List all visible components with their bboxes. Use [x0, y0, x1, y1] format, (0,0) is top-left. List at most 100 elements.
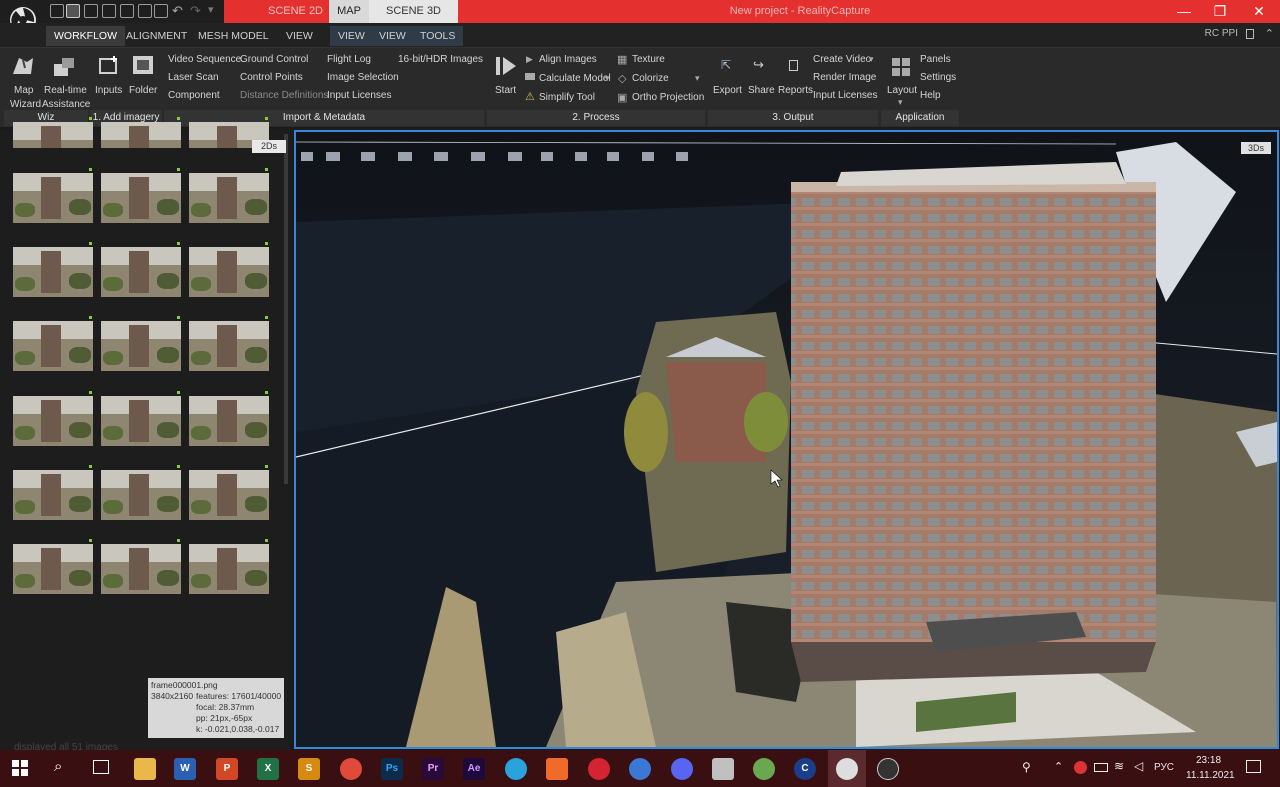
- image-thumbnail[interactable]: [189, 321, 269, 371]
- chrome-icon[interactable]: [340, 758, 362, 780]
- menu-tools[interactable]: TOOLS: [412, 26, 464, 46]
- realtime-label-1[interactable]: Real-time: [44, 85, 87, 96]
- component-button[interactable]: Component: [168, 90, 220, 101]
- export-label[interactable]: Export: [713, 85, 742, 96]
- clock-date[interactable]: 11.11.2021: [1186, 770, 1235, 781]
- create-video-dropdown-icon[interactable]: ▾: [869, 54, 874, 65]
- image-thumbnail[interactable]: [13, 247, 93, 297]
- layout-label[interactable]: Layout: [887, 85, 917, 96]
- tab-scene-3d[interactable]: SCENE 3D: [369, 0, 458, 23]
- menu-alignment[interactable]: ALIGNMENT: [118, 26, 195, 46]
- sublime-icon[interactable]: S: [298, 758, 320, 780]
- export-icon[interactable]: ⇱: [721, 58, 731, 72]
- align-images-button[interactable]: Align Images: [539, 54, 597, 65]
- tray-app-icon[interactable]: [1074, 761, 1087, 774]
- after-effects-icon[interactable]: Ae: [463, 758, 485, 780]
- people-icon[interactable]: ⚲: [1022, 760, 1031, 774]
- create-video-button[interactable]: Create Video: [813, 54, 871, 65]
- menu-mesh-model[interactable]: MESH MODEL: [190, 26, 277, 46]
- image-thumbnail[interactable]: [101, 122, 181, 148]
- image-thumbnail[interactable]: [189, 173, 269, 223]
- premiere-icon[interactable]: Pr: [422, 758, 444, 780]
- tab-map[interactable]: MAP: [329, 0, 369, 23]
- image-thumbnail[interactable]: [13, 122, 93, 148]
- ortho-projection-button[interactable]: Ortho Projection: [632, 92, 704, 103]
- image-thumbnail[interactable]: [189, 247, 269, 297]
- folder-label[interactable]: Folder: [129, 85, 157, 96]
- layout-4-icon[interactable]: [102, 4, 116, 18]
- photoshop-icon[interactable]: Ps: [381, 758, 403, 780]
- start-icon[interactable]: [494, 54, 518, 78]
- colorize-dropdown-icon[interactable]: ▾: [695, 73, 700, 84]
- image-thumbnail[interactable]: [101, 173, 181, 223]
- image-thumbnail[interactable]: [13, 470, 93, 520]
- image-thumbnail[interactable]: [13, 173, 93, 223]
- close-button[interactable]: ✕: [1240, 0, 1278, 23]
- laser-scan-button[interactable]: Laser Scan: [168, 72, 219, 83]
- pinterest-icon[interactable]: [588, 758, 610, 780]
- battery-icon[interactable]: [1094, 763, 1108, 772]
- calculate-model-dropdown-icon[interactable]: ▾: [605, 73, 610, 84]
- inputs-label[interactable]: Inputs: [95, 85, 122, 96]
- render-image-button[interactable]: Render Image: [813, 72, 876, 83]
- powerpoint-icon[interactable]: P: [216, 758, 238, 780]
- menu-view[interactable]: VIEW: [278, 26, 321, 46]
- share-icon[interactable]: ↪: [753, 57, 764, 73]
- folder-icon[interactable]: [131, 52, 155, 76]
- map-wizard-icon[interactable]: [11, 54, 35, 78]
- scene-3d-viewport[interactable]: 3Ds: [294, 130, 1279, 749]
- dropdown-icon[interactable]: ▾: [208, 3, 214, 16]
- image-thumbnail[interactable]: [101, 544, 181, 594]
- image-thumbnail[interactable]: [13, 396, 93, 446]
- input-licenses-button[interactable]: Input Licenses: [327, 90, 392, 101]
- simplify-tool-button[interactable]: Simplify Tool: [539, 92, 595, 103]
- layout-6-icon[interactable]: [138, 4, 152, 18]
- control-points-button[interactable]: Control Points: [240, 72, 303, 83]
- tray-chevron-icon[interactable]: ⌃: [1054, 760, 1063, 773]
- discord-icon[interactable]: [671, 758, 693, 780]
- document-icon[interactable]: [1246, 29, 1254, 39]
- texture-button[interactable]: Texture: [632, 54, 665, 65]
- wifi-icon[interactable]: ≋: [1114, 759, 1124, 773]
- ground-control-button[interactable]: Ground Control: [240, 54, 308, 65]
- images-scrollbar[interactable]: [284, 134, 288, 484]
- app-icon[interactable]: [712, 758, 734, 780]
- maximize-button[interactable]: ❐: [1201, 0, 1239, 23]
- tab-scene-2d[interactable]: SCENE 2D: [262, 0, 329, 23]
- image-thumbnail[interactable]: [101, 247, 181, 297]
- hdr-images-button[interactable]: 16-bit/HDR Images: [398, 54, 483, 65]
- flight-log-button[interactable]: Flight Log: [327, 54, 371, 65]
- image-thumbnail[interactable]: [101, 470, 181, 520]
- layout-5-icon[interactable]: [120, 4, 134, 18]
- image-thumbnail[interactable]: [189, 470, 269, 520]
- menu-view-map[interactable]: VIEW: [330, 26, 373, 46]
- map-wizard-label-1[interactable]: Map: [14, 85, 33, 96]
- clock-time[interactable]: 23:18: [1196, 755, 1221, 766]
- calculate-model-button[interactable]: Calculate Model: [539, 73, 611, 84]
- image-thumbnail[interactable]: [101, 396, 181, 446]
- undo-icon[interactable]: ↶: [172, 3, 183, 19]
- settings-button[interactable]: Settings: [920, 72, 956, 83]
- panels-button[interactable]: Panels: [920, 54, 951, 65]
- blender-icon[interactable]: [546, 758, 568, 780]
- image-thumbnail[interactable]: [189, 544, 269, 594]
- unity-icon[interactable]: [877, 758, 899, 780]
- help-button[interactable]: Help: [920, 90, 941, 101]
- collapse-ribbon-icon[interactable]: ⌃: [1265, 27, 1274, 40]
- menu-workflow[interactable]: WORKFLOW: [46, 26, 125, 46]
- notifications-icon[interactable]: [1246, 760, 1261, 773]
- menu-view-3d[interactable]: VIEW: [371, 26, 414, 46]
- telegram-icon[interactable]: [505, 758, 527, 780]
- layout-icon[interactable]: [890, 56, 914, 80]
- start-label[interactable]: Start: [495, 85, 516, 96]
- layout-3-icon[interactable]: [84, 4, 98, 18]
- word-icon[interactable]: W: [174, 758, 196, 780]
- layout-dropdown-icon[interactable]: ▾: [898, 97, 903, 108]
- layout-1-icon[interactable]: [50, 4, 64, 18]
- excel-icon[interactable]: X: [257, 758, 279, 780]
- settings-gear-icon[interactable]: [629, 758, 651, 780]
- realtime-label-2[interactable]: Assistance: [42, 99, 90, 110]
- image-thumbnail[interactable]: [13, 321, 93, 371]
- image-thumbnail[interactable]: [101, 321, 181, 371]
- redo-icon[interactable]: ↷: [190, 3, 201, 19]
